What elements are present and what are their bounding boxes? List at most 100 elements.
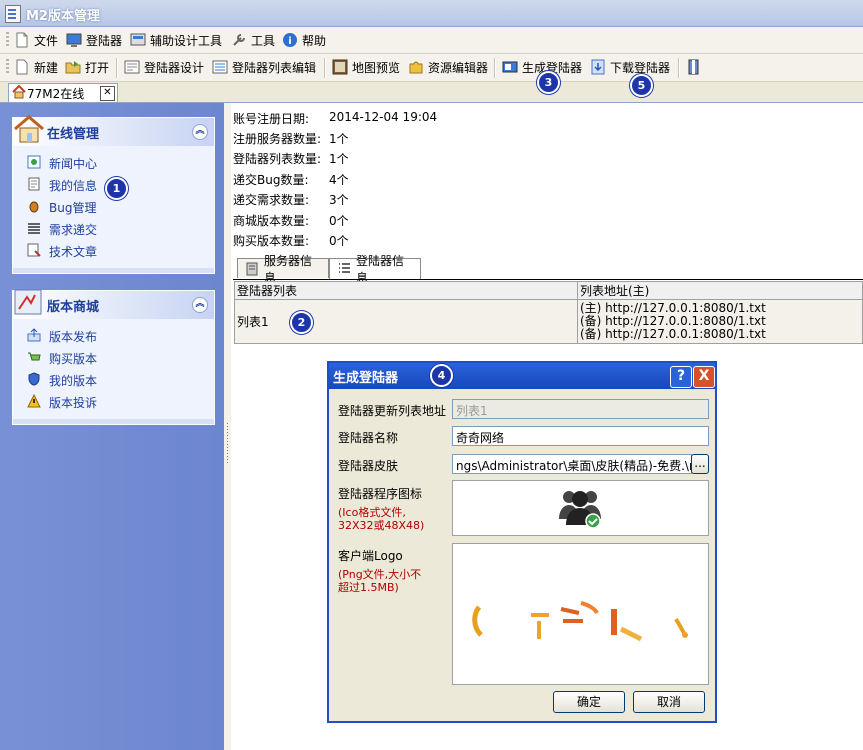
skin-path-input[interactable]: ngs\Administrator\桌面\皮肤(精品)-免费.\m2skin [452, 454, 692, 474]
column-header[interactable]: 登陆器列表 [234, 281, 578, 300]
sidebar-item-label: 我的版本 [49, 373, 98, 388]
toolbar-list-edit-button[interactable]: 登陆器列表编辑 [212, 57, 316, 77]
callout-badge: 3 [537, 71, 560, 94]
new-file-icon [14, 59, 30, 75]
address-cell: (主) http://127.0.0.1:8080/1.txt (备) http… [577, 299, 863, 344]
toolbar-resource-editor-label: 资源编辑器 [428, 60, 489, 75]
version-store-header[interactable]: 版本商城 ︽ [13, 289, 214, 319]
menu-file[interactable]: 文件 [14, 30, 58, 50]
document-tab[interactable]: 77M2在线 ✕ [8, 83, 118, 102]
online-management-header[interactable]: 在线管理 ︽ [13, 115, 214, 146]
bug-icon [27, 199, 43, 215]
program-icon-label: 登陆器程序图标 [338, 487, 423, 501]
toolbar-map-preview-button[interactable]: 地图预览 [332, 57, 400, 77]
menu-bar: 文件 登陆器 辅助设计工具 工具 i 帮助 [0, 27, 863, 54]
cancel-button[interactable]: 取消 [633, 691, 705, 713]
list-edit-icon [212, 59, 228, 75]
toolbar-separator [494, 58, 496, 78]
table-row[interactable]: 列表1 (主) http://127.0.0.1:8080/1.txt (备) … [234, 299, 863, 344]
sidebar-item-articles[interactable]: 技术文章 [13, 240, 214, 262]
program-icon-hint: (Ico格式文件, 32X32或48X48) [338, 506, 425, 532]
list-address-field[interactable]: 列表1 [452, 399, 709, 419]
launcher-name-input[interactable]: 奇奇网络 [452, 426, 709, 446]
dialog-title-bar[interactable]: 生成登陆器 ? X [329, 363, 715, 389]
dialog-title: 生成登陆器 [333, 370, 399, 386]
client-logo-hint: (Png文件,大小不 超过1.5MB) [338, 568, 422, 594]
close-button[interactable]: X [693, 366, 715, 388]
toolbar-new-button[interactable]: 新建 [14, 57, 58, 77]
toolbar-grip[interactable] [6, 59, 9, 75]
info-key: 递交Bug数量: [233, 173, 309, 187]
ok-button[interactable]: 确定 [553, 691, 625, 713]
column-header[interactable]: 列表地址(主) [577, 281, 863, 300]
collapse-icon[interactable]: ︽ [192, 297, 208, 313]
menu-tools-label: 工具 [251, 33, 276, 48]
list-icon [336, 261, 352, 277]
list-address-label: 登陆器更新列表地址 [338, 404, 447, 418]
info-value: 1个 [329, 152, 349, 166]
info-key: 购买版本数量: [233, 234, 310, 248]
detail-tabs: 服务器信息 登陆器信息 [233, 254, 863, 285]
sidebar-item-label: 需求递交 [49, 222, 98, 237]
cart-icon [27, 350, 43, 366]
sidebar-item-publish[interactable]: 版本发布 [13, 325, 214, 347]
sidebar-item-requirements[interactable]: 需求递交 [13, 218, 214, 240]
info-row: 递交需求数量: 3个 [233, 191, 349, 209]
close-tab-icon[interactable]: ✕ [100, 86, 115, 101]
info-row: 购买版本数量: 0个 [233, 232, 349, 250]
help-button[interactable]: ? [670, 366, 692, 388]
tab-server-info[interactable]: 服务器信息 [237, 254, 329, 285]
menu-design-tools[interactable]: 辅助设计工具 [130, 30, 222, 50]
store-icon [13, 287, 45, 323]
browse-skin-button[interactable]: ... [691, 454, 709, 474]
user-group-icon [556, 485, 604, 534]
sidebar-item-news[interactable]: 新闻中心 [13, 152, 214, 174]
version-store-panel: 版本商城 ︽ 版本发布 购买版本 我的版本 版本投诉 [12, 289, 215, 425]
build-icon [502, 59, 518, 75]
toolbar-download-launcher-button[interactable]: 下载登陆器 [590, 57, 670, 77]
info-row: 账号注册日期: 2014-12-04 19:04 [233, 110, 437, 128]
toolbar-grip[interactable] [6, 32, 9, 48]
list-name-cell: 列表1 [234, 299, 578, 344]
sidebar-item-my-versions[interactable]: 我的版本 [13, 369, 214, 391]
toolbar-separator [678, 58, 680, 78]
sidebar-item-complaint[interactable]: 版本投诉 [13, 391, 214, 413]
info-key: 递交需求数量: [233, 193, 310, 207]
sidebar-item-label: Bug管理 [49, 200, 97, 215]
toolbar-resource-editor-button[interactable]: 资源编辑器 [408, 57, 488, 77]
menu-launcher[interactable]: 登陆器 [66, 30, 122, 50]
tab-launcher-info[interactable]: 登陆器信息 [329, 254, 421, 285]
menu-file-label: 文件 [34, 33, 59, 48]
open-folder-icon [65, 59, 81, 75]
house-icon [13, 114, 45, 150]
info-value: 2014-12-04 19:04 [329, 110, 438, 124]
online-management-list: 新闻中心 我的信息 Bug管理 需求递交 技术文章 [13, 146, 214, 268]
toolbar-open-label: 打开 [85, 60, 110, 75]
client-logo-box[interactable] [452, 543, 709, 685]
monitor-icon [66, 32, 82, 48]
logo-preview-image [471, 599, 701, 652]
toolbar-download-launcher-label: 下载登陆器 [610, 60, 671, 75]
program-icon-box[interactable] [452, 480, 709, 536]
toolbar-launcher-design-button[interactable]: 登陆器设计 [124, 57, 204, 77]
menu-design-tools-label: 辅助设计工具 [150, 33, 223, 48]
toolbar-launcher-design-label: 登陆器设计 [144, 60, 205, 75]
launcher-name-label: 登陆器名称 [338, 431, 399, 445]
map-icon [332, 59, 348, 75]
upload-icon [27, 328, 43, 344]
collapse-icon[interactable]: ︽ [192, 124, 208, 140]
toolbar: 新建 打开 登陆器设计 登陆器列表编辑 地图预览 资源编辑器 生成登陆器 下载登… [0, 54, 863, 82]
toolbar-new-label: 新建 [34, 60, 59, 75]
file-icon [14, 32, 30, 48]
toolbar-open-button[interactable]: 打开 [65, 57, 109, 77]
toolbar-separator [116, 58, 118, 78]
callout-badge: 2 [290, 311, 313, 334]
news-icon [27, 155, 43, 171]
menu-help[interactable]: i 帮助 [282, 30, 326, 50]
toolbar-exit-button[interactable] [686, 57, 702, 77]
document-icon [27, 177, 43, 193]
sidebar-item-buy[interactable]: 购买版本 [13, 347, 214, 369]
callout-badge: 4 [430, 364, 453, 387]
splitter[interactable] [224, 103, 231, 750]
menu-tools[interactable]: 工具 [231, 30, 275, 50]
